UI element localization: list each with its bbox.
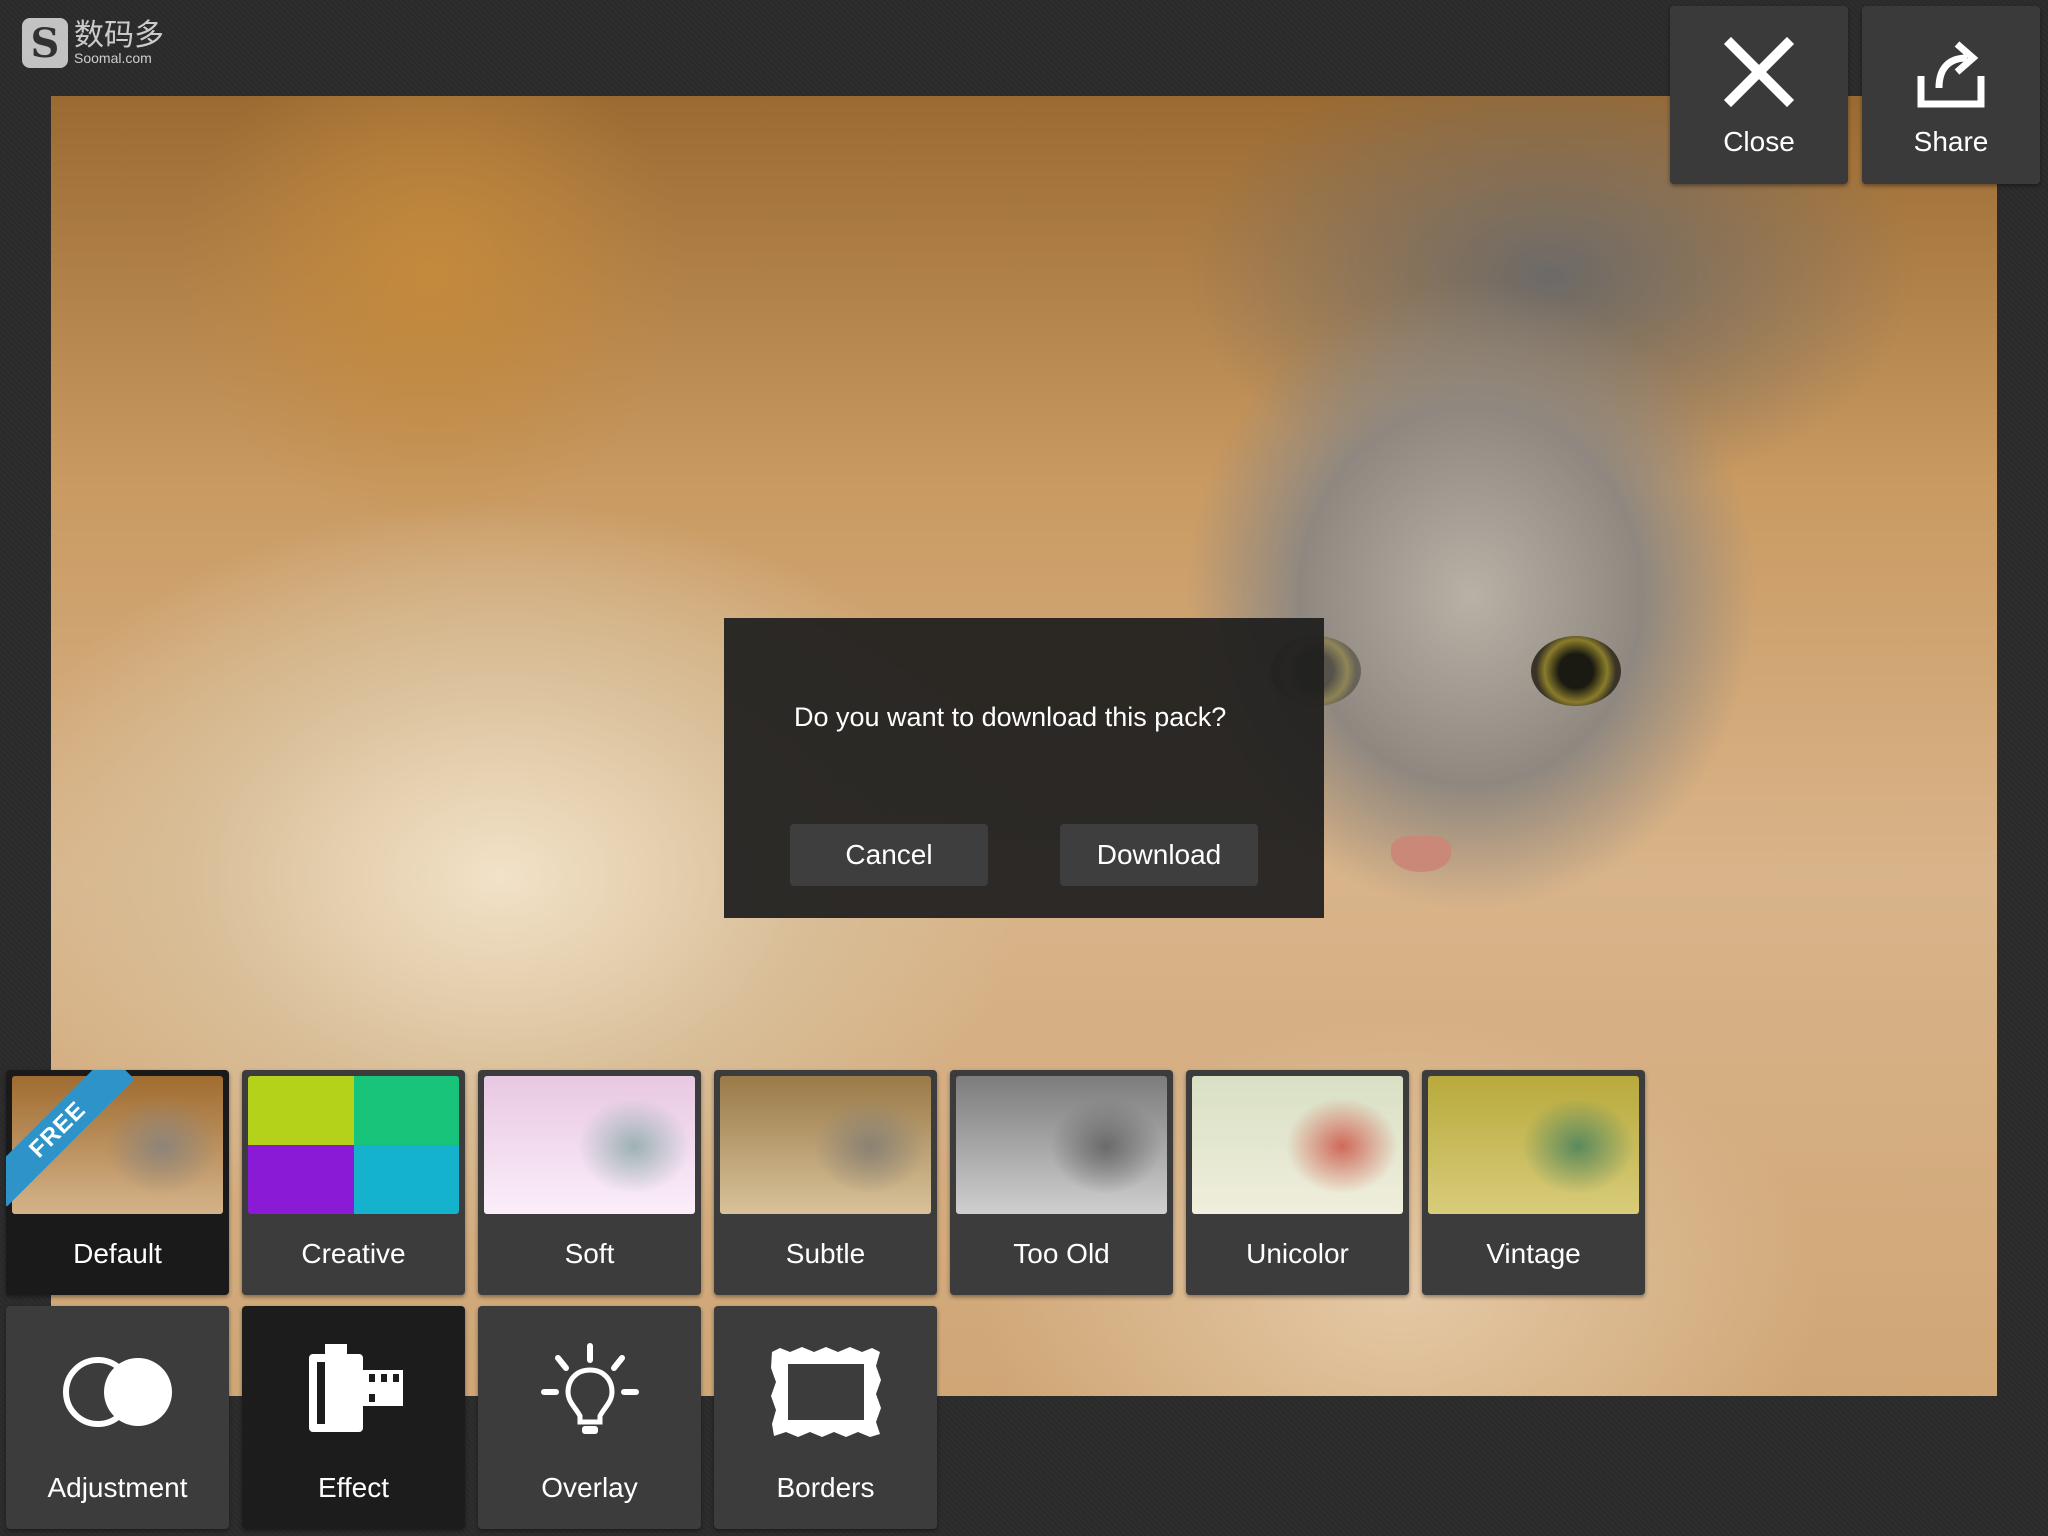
filter-subtle[interactable]: Subtle [714, 1070, 937, 1295]
tool-label: Effect [317, 1472, 390, 1503]
cancel-button[interactable]: Cancel [790, 824, 988, 886]
close-button[interactable]: Close [1670, 6, 1848, 184]
tool-overlay[interactable]: Overlay [478, 1306, 701, 1529]
tool-label: Borders [776, 1472, 875, 1503]
tool-borders[interactable]: Borders [714, 1306, 937, 1529]
filter-soft[interactable]: Soft [478, 1070, 701, 1295]
watermark-logo: S 数码多 Soomal.com [22, 18, 164, 68]
download-pack-dialog: Do you want to download this pack? Cance… [724, 618, 1324, 918]
filter-thumbnail [248, 1076, 459, 1214]
filter-default[interactable]: FREE Default [6, 1070, 229, 1295]
cat-eye [1531, 636, 1621, 706]
share-label: Share [1913, 126, 1989, 157]
filter-thumbnail [1428, 1076, 1639, 1214]
filter-vintage[interactable]: Vintage [1422, 1070, 1645, 1295]
watermark-en-text: Soomal.com [74, 50, 152, 66]
adjustment-icon [62, 1357, 172, 1427]
filter-thumbnail [956, 1076, 1167, 1214]
filter-label: Soft [564, 1238, 615, 1269]
share-button[interactable]: Share [1862, 6, 2040, 184]
filter-unicolor[interactable]: Unicolor [1186, 1070, 1409, 1295]
filter-too-old[interactable]: Too Old [950, 1070, 1173, 1295]
filter-label: Unicolor [1246, 1238, 1349, 1269]
filter-label: Default [73, 1238, 162, 1269]
close-label: Close [1723, 126, 1795, 157]
tool-effect[interactable]: Effect [242, 1306, 465, 1529]
filter-thumbnail [1192, 1076, 1403, 1214]
filter-thumbnail [484, 1076, 695, 1214]
filter-creative[interactable]: Creative [242, 1070, 465, 1295]
filter-label: Subtle [785, 1238, 866, 1269]
tool-label: Adjustment [47, 1472, 188, 1503]
tool-row: Adjustment Effect Overlay Borders [6, 1306, 937, 1529]
tool-label: Overlay [541, 1472, 638, 1503]
filter-pack-row: FREE Default Creative Soft Subtle Too Ol… [6, 1070, 1645, 1295]
watermark-cn-text: 数码多 [74, 18, 164, 53]
close-icon [1723, 36, 1795, 108]
soomal-logo-icon: S [22, 18, 68, 68]
dialog-message: Do you want to download this pack? [794, 702, 1227, 732]
share-icon [1917, 41, 1985, 108]
tool-adjustment[interactable]: Adjustment [6, 1306, 229, 1529]
cat-nose [1391, 836, 1451, 872]
frame-border-icon [770, 1347, 881, 1437]
download-button[interactable]: Download [1060, 824, 1258, 886]
filter-label: Creative [301, 1238, 406, 1269]
filter-label: Vintage [1486, 1238, 1581, 1269]
film-canister-icon [308, 1344, 403, 1432]
lightbulb-icon [540, 1343, 639, 1434]
filter-thumbnail [720, 1076, 931, 1214]
filter-label: Too Old [1013, 1238, 1110, 1269]
